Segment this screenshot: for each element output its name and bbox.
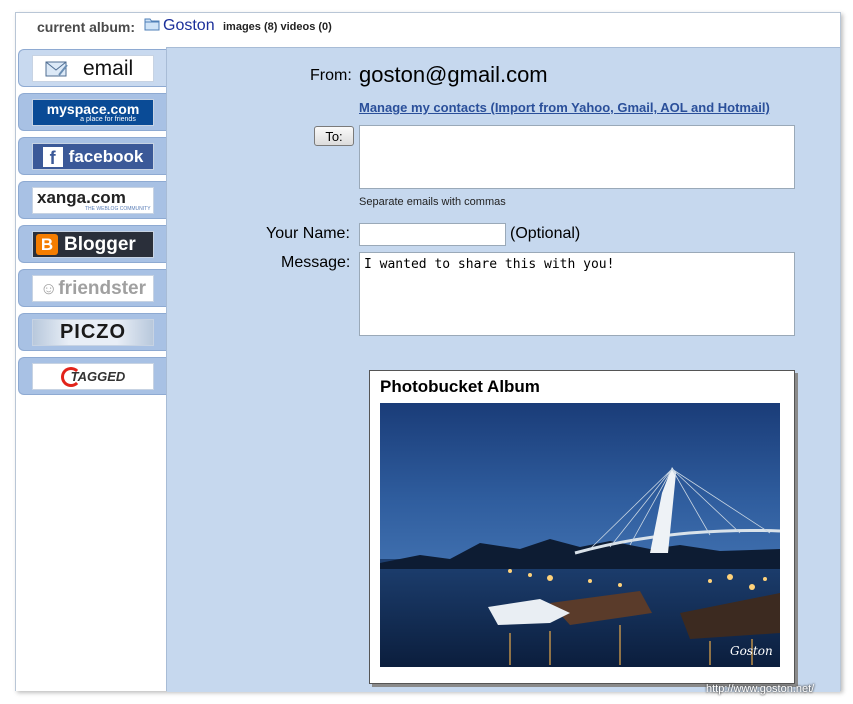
xanga-logo-label: xanga.com: [37, 187, 126, 207]
album-name-link[interactable]: Goston: [163, 17, 215, 35]
your-name-label: Your Name:: [266, 225, 350, 242]
piczo-logo-label: PICZO: [59, 321, 127, 343]
album-preview-title: Photobucket Album: [380, 377, 540, 396]
email-share-form: From: goston@gmail.com Manage my contact…: [167, 47, 840, 692]
album-header: current album: Goston images (8) videos …: [16, 13, 840, 47]
xanga-logo-sub: THE WEBLOG COMMUNITY: [85, 205, 151, 212]
facebook-logo: f facebook: [32, 143, 154, 170]
manage-contacts-link[interactable]: Manage my contacts (Import from Yahoo, G…: [359, 100, 770, 115]
facebook-f-icon: f: [42, 146, 63, 168]
friendster-logo: ☺ friendster: [32, 275, 154, 302]
tab-friendster[interactable]: ☺ friendster: [18, 269, 166, 307]
tab-piczo[interactable]: PICZO: [18, 313, 166, 351]
album-counts: images (8) videos (0): [223, 21, 332, 33]
blogger-logo: B Blogger: [32, 231, 154, 258]
smiley-icon: ☺: [40, 278, 58, 298]
tab-email[interactable]: email: [18, 49, 166, 87]
piczo-logo: PICZO: [32, 319, 154, 346]
folder-icon: [144, 17, 160, 36]
myspace-logo-label: myspace.com: [46, 100, 140, 117]
tagged-logo-label: TAGGED: [70, 369, 126, 384]
tab-facebook[interactable]: f facebook: [18, 137, 166, 175]
blogger-b-icon: B: [36, 234, 58, 255]
message-textarea[interactable]: I wanted to share this with you!: [359, 252, 795, 336]
tab-tagged[interactable]: TAGGED: [18, 357, 166, 395]
from-label: From:: [310, 67, 352, 84]
tab-myspace[interactable]: myspace.com a place for friends: [18, 93, 166, 131]
current-album-label: current album:: [37, 19, 136, 35]
to-hint: Separate emails with commas: [359, 196, 506, 208]
blogger-logo-label: Blogger: [64, 233, 136, 255]
name-optional-note: (Optional): [510, 225, 581, 242]
watermark: http://www.goston.net/: [706, 683, 815, 695]
to-recipients-textarea[interactable]: [359, 125, 795, 189]
album-preview-photo: Goston: [380, 403, 780, 667]
envelope-icon: [45, 60, 69, 78]
tab-email-label: email: [83, 56, 134, 80]
friendster-logo-label: friendster: [58, 277, 146, 299]
tab-blogger[interactable]: B Blogger: [18, 225, 166, 263]
photo-signature: Goston: [730, 644, 773, 658]
myspace-logo: myspace.com a place for friends: [32, 99, 154, 126]
your-name-input[interactable]: [359, 223, 506, 246]
email-logo: email: [32, 55, 154, 82]
myspace-logo-sub: a place for friends: [80, 115, 136, 123]
from-email: goston@gmail.com: [359, 62, 548, 87]
tab-xanga[interactable]: xanga.com THE WEBLOG COMMUNITY: [18, 181, 166, 219]
facebook-logo-label: facebook: [68, 146, 144, 166]
message-label: Message:: [281, 254, 351, 271]
tagged-logo: TAGGED: [32, 363, 154, 390]
share-sidebar: email myspace.com a place for friends f …: [16, 47, 167, 691]
album-preview: Photobucket Album Goston: [369, 370, 795, 684]
xanga-logo: xanga.com THE WEBLOG COMMUNITY: [32, 187, 154, 214]
share-window: current album: Goston images (8) videos …: [15, 12, 841, 692]
to-button[interactable]: To:: [314, 126, 354, 146]
